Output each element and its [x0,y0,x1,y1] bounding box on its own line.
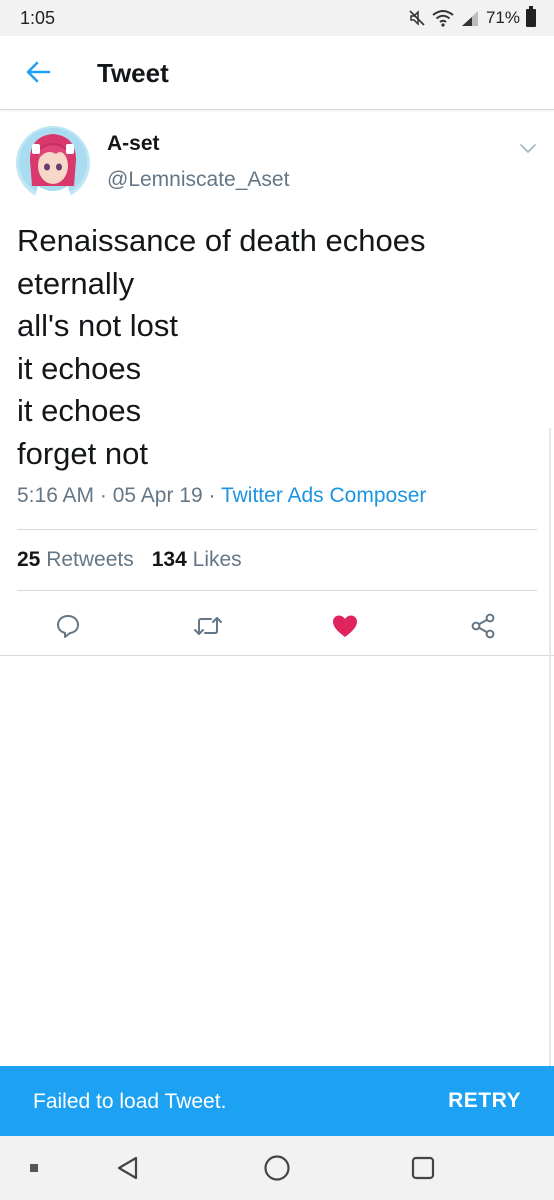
retry-button[interactable]: RETRY [448,1089,521,1113]
back-button[interactable] [20,54,56,90]
top-app-bar: Tweet [0,36,554,110]
tweet-source-link[interactable]: Twitter Ads Composer [221,484,426,507]
tweet-stats: 25 Retweets 134 Likes [17,548,242,572]
scrollbar[interactable] [549,428,551,1068]
share-button[interactable] [463,606,503,646]
battery-icon [526,6,536,27]
retweets-count: 25 [17,548,41,571]
snackbar-message: Failed to load Tweet. [33,1090,227,1113]
likes-stat[interactable]: 134 Likes [152,548,242,571]
tweet-options-button[interactable] [514,134,542,162]
square-recents-icon [411,1156,435,1180]
tweet-actions [0,606,554,646]
author-name[interactable]: A-set [107,132,160,156]
like-button[interactable] [325,606,365,646]
chevron-down-icon [520,144,536,153]
tweet-date: 05 Apr 19 [112,484,203,507]
nav-home-button[interactable] [257,1148,297,1188]
tweet-meta: 5:16 AM · 05 Apr 19 · Twitter Ads Compos… [17,484,426,508]
tweet-text-line: forget not [17,435,148,471]
author-handle[interactable]: @Lemniscate_Aset [107,168,289,192]
avatar-image [16,126,90,200]
retweet-button[interactable] [188,606,228,646]
system-nav-bar [0,1136,554,1200]
status-icons: 71% [408,6,536,29]
tweet-text-line: all's not lost [17,308,178,344]
triangle-back-icon [117,1156,138,1180]
dot-icon [30,1164,38,1172]
tweet-text-line: Renaissance of death echoes [17,223,426,258]
heart-icon [333,615,357,637]
snackbar: Failed to load Tweet. RETRY [0,1066,554,1136]
nav-recents-button[interactable] [403,1148,443,1188]
status-time: 1:05 [20,8,56,28]
reply-icon [57,615,79,638]
retweet-icon [194,617,222,635]
retweets-label: Retweets [46,548,134,571]
meta-separator: · [208,484,216,507]
wifi-icon [432,10,454,27]
likes-label: Likes [192,548,242,571]
status-bar: 1:05 71% [0,0,554,36]
share-icon [471,613,495,639]
divider [0,655,554,656]
mute-icon [409,10,425,26]
tweet-text-line: it echoes [17,350,142,386]
divider [17,529,537,530]
battery-percent: 71% [485,8,520,27]
likes-count: 134 [151,548,187,571]
arrow-left-icon [26,61,51,83]
tweet-time: 5:16 AM [17,484,95,507]
avatar[interactable] [16,126,90,200]
meta-separator: · [99,484,107,507]
divider [17,590,537,591]
page-title: Tweet [97,58,169,88]
tweet-text-line: it echoes [17,393,142,429]
nav-back-button[interactable] [108,1148,148,1188]
circle-home-icon [264,1155,290,1181]
tweet-text-line: eternally [17,265,135,301]
nav-menu-button[interactable] [14,1148,54,1188]
reply-button[interactable] [48,606,88,646]
tweet-text: Renaissance of death echoes eternally al… [17,220,537,476]
retweets-stat[interactable]: 25 Retweets [17,548,134,571]
signal-icon [461,11,478,26]
